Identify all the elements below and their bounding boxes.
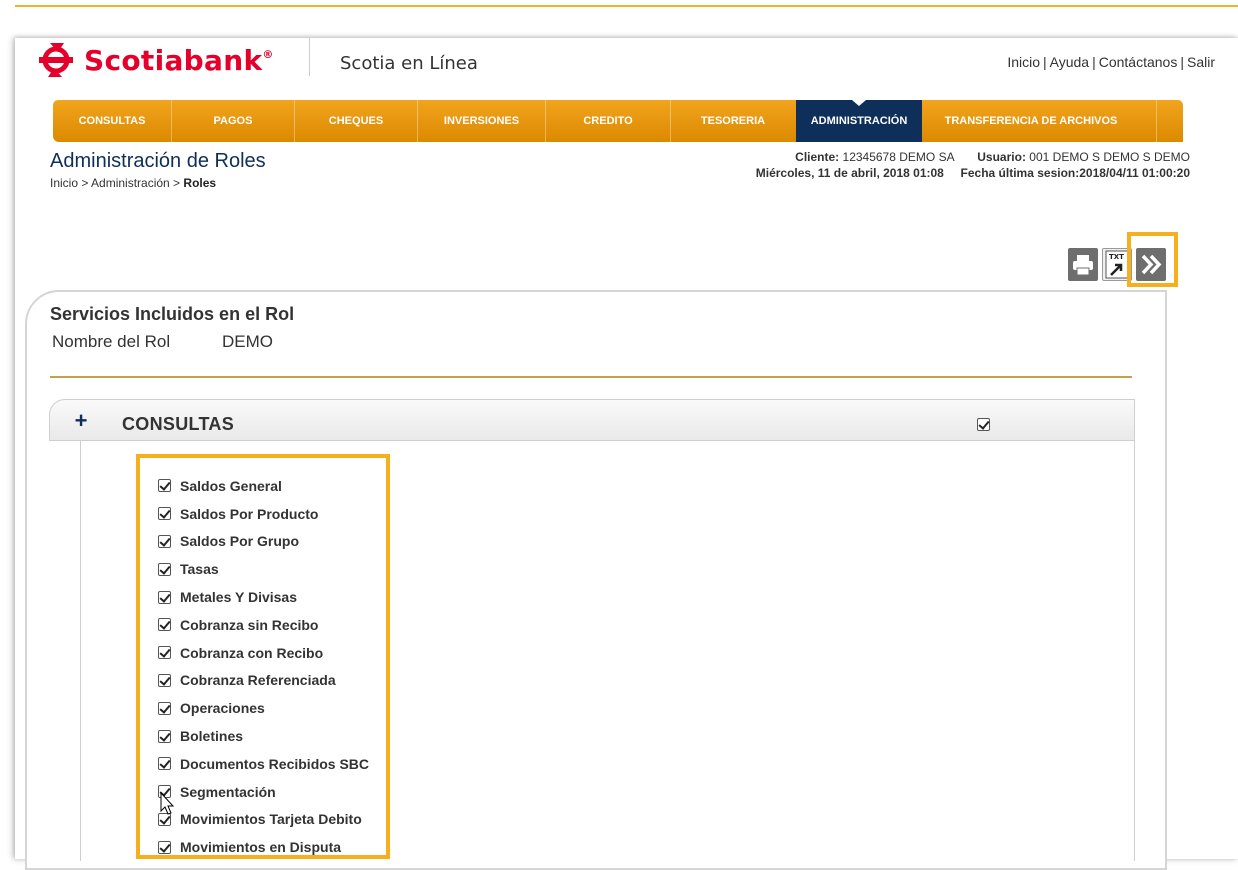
service-checkbox[interactable]: [158, 701, 171, 715]
service-label: Documentos Recibidos SBC: [180, 755, 370, 772]
expand-plus-icon[interactable]: +: [72, 410, 90, 432]
service-checkbox[interactable]: [158, 673, 171, 687]
service-item: Documentos Recibidos SBC: [158, 750, 369, 778]
service-label: Movimientos en Disputa: [180, 839, 342, 856]
nav-active-indicator: [852, 100, 866, 106]
link-salir[interactable]: Salir: [1187, 54, 1215, 70]
service-label: Cobranza sin Recibo: [180, 616, 319, 633]
scotiabank-logo[interactable]: Scotiabank®: [36, 38, 296, 82]
service-item: Movimientos Tarjeta Debito: [158, 806, 369, 834]
service-label: Saldos Por Producto: [180, 505, 319, 522]
service-item: Metales Y Divisas: [158, 583, 369, 611]
role-name-value: DEMO: [222, 332, 273, 351]
service-label: Operaciones: [180, 700, 265, 717]
service-item: Saldos Por Grupo: [158, 528, 369, 556]
last-session-value: 2018/04/11 01:00:20: [1079, 166, 1190, 180]
printer-icon: [1073, 255, 1093, 276]
service-label: Movimientos Tarjeta Debito: [180, 811, 362, 828]
service-item: Cobranza con Recibo: [158, 639, 369, 667]
link-inicio[interactable]: Inicio: [1007, 54, 1040, 70]
service-checkbox[interactable]: [158, 507, 171, 521]
nav-administracion[interactable]: ADMINISTRACIÓN: [796, 100, 922, 142]
service-checkbox[interactable]: [158, 590, 171, 604]
service-item: Boletines: [158, 722, 369, 750]
print-button[interactable]: [1068, 248, 1098, 281]
nav-consultas[interactable]: CONSULTAS: [53, 100, 171, 142]
mouse-cursor-icon: [160, 792, 175, 815]
service-label: Cobranza con Recibo: [180, 644, 324, 661]
nav-credito[interactable]: CREDITO: [546, 100, 670, 142]
nav-cheques[interactable]: CHEQUES: [295, 100, 417, 142]
service-checkbox[interactable]: [158, 757, 171, 771]
page-title: Administración de Roles: [50, 150, 266, 172]
service-item: Tasas: [158, 555, 369, 583]
service-item: Operaciones: [158, 694, 369, 722]
panel-title: Servicios Incluidos en el Rol: [50, 304, 295, 324]
brand-name: Scotiabank®: [84, 43, 274, 77]
breadcrumb-path[interactable]: Inicio > Administración >: [50, 176, 183, 190]
service-item: Saldos Por Producto: [158, 500, 369, 528]
app-name: Scotia en Línea: [340, 53, 478, 74]
current-date: Miércoles, 11 de abril, 2018 01:08: [755, 166, 944, 180]
next-button-highlight: [1127, 232, 1178, 287]
session-info: Cliente: 12345678 DEMO SA Usuario: 001 D…: [660, 149, 1190, 181]
service-checkbox[interactable]: [158, 562, 171, 576]
breadcrumb: Inicio > Administración > Roles: [50, 176, 216, 190]
service-label: Tasas: [180, 561, 219, 578]
service-label: Saldos General: [180, 477, 282, 494]
service-item: Cobranza sin Recibo: [158, 611, 369, 639]
cliente-label: Cliente:: [795, 150, 840, 164]
services-list: Saldos General Saldos Por Producto Saldos …: [158, 472, 369, 861]
service-checkbox[interactable]: [158, 534, 171, 548]
service-item: Cobranza Referenciada: [158, 667, 369, 695]
link-contactanos[interactable]: Contáctanos: [1099, 54, 1178, 70]
service-label: Metales Y Divisas: [180, 589, 298, 606]
service-item: Movimientos en Disputa: [158, 833, 369, 861]
service-checkbox[interactable]: [158, 479, 171, 493]
breadcrumb-current: Roles: [183, 176, 217, 190]
link-ayuda[interactable]: Ayuda: [1050, 54, 1089, 70]
nav-pagos[interactable]: PAGOS: [172, 100, 294, 142]
main-nav: CONSULTAS PAGOS CHEQUES INVERSIONES CRED…: [53, 100, 1183, 142]
divider: [50, 376, 1132, 378]
service-label: Segmentación: [180, 783, 276, 800]
last-session-label: Fecha última sesion:: [960, 166, 1080, 180]
nav-tesoreria[interactable]: TESORERIA: [671, 100, 795, 142]
txt-label: TXT: [1109, 253, 1124, 261]
service-checkbox[interactable]: [158, 840, 171, 854]
nav-inversiones[interactable]: INVERSIONES: [418, 100, 545, 142]
service-checkbox[interactable]: [158, 729, 171, 743]
header-divider: [309, 38, 310, 76]
cliente-value: 12345678 DEMO SA: [842, 150, 954, 164]
nav-transferencia-de-archivos[interactable]: TRANSFERENCIA DE ARCHIVOS: [922, 100, 1140, 142]
service-item: Segmentación: [158, 778, 369, 806]
usuario-label: Usuario:: [977, 150, 1026, 164]
section-checkbox[interactable]: [977, 418, 990, 431]
role-name-label: Nombre del Rol: [52, 332, 171, 351]
service-checkbox[interactable]: [158, 618, 171, 632]
usuario-value: 001 DEMO S DEMO S DEMO: [1029, 150, 1190, 164]
scotiabank-logo-icon: [39, 43, 73, 77]
service-label: Boletines: [180, 728, 244, 745]
service-label: Saldos Por Grupo: [180, 533, 300, 550]
service-item: Saldos General: [158, 472, 369, 500]
service-checkbox[interactable]: [158, 646, 171, 660]
top-accent-line: [15, 5, 1238, 7]
top-links: Inicio | Ayuda | Contáctanos | Salir: [1007, 54, 1215, 70]
section-title: CONSULTAS: [122, 414, 235, 434]
service-label: Cobranza Referenciada: [180, 672, 336, 689]
